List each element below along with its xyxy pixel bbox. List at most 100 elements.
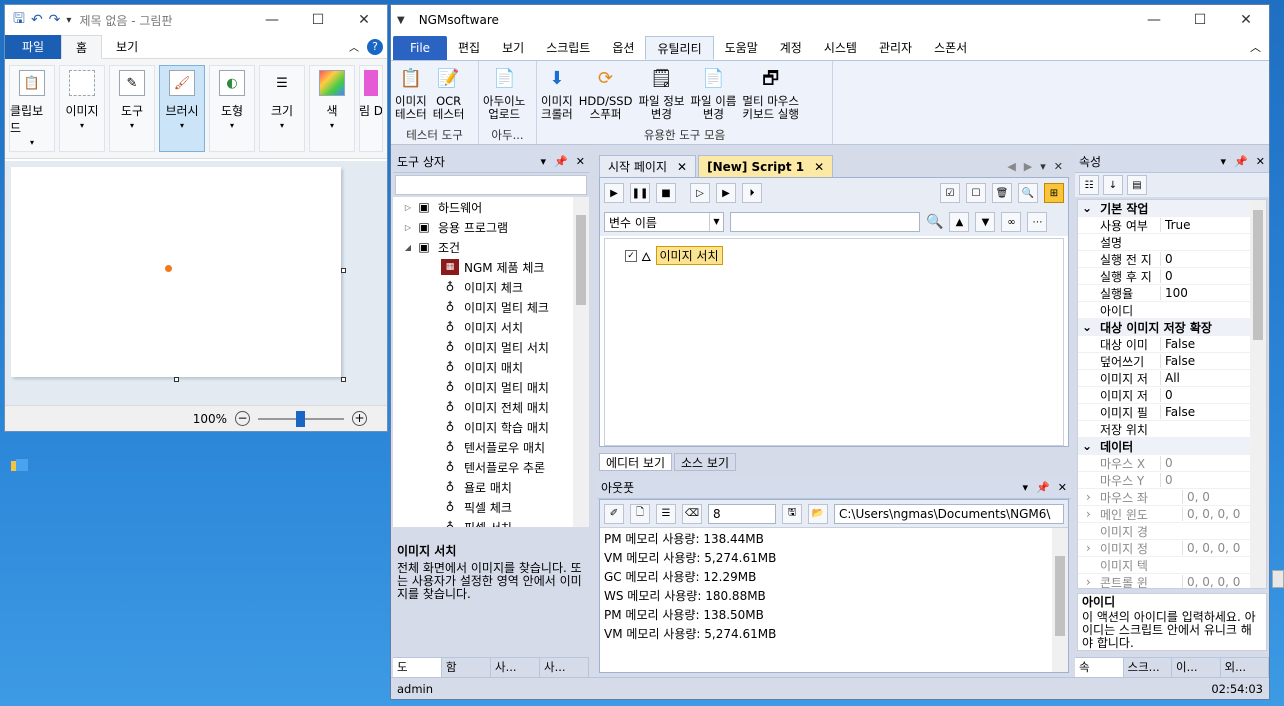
- save-icon[interactable]: 🖫: [13, 8, 25, 32]
- zoom-out-button[interactable]: −: [235, 411, 250, 426]
- tree-expander-icon[interactable]: ◢: [401, 243, 415, 252]
- expand-icon[interactable]: ›: [1078, 490, 1100, 504]
- property-row[interactable]: 설명: [1078, 234, 1266, 251]
- expand-icon[interactable]: ›: [1078, 507, 1100, 521]
- tree-item[interactable]: ♁ 이미지 매치: [393, 357, 589, 377]
- rename-button[interactable]: 📄 파일 이름 변경: [688, 63, 738, 127]
- tab-user-functions[interactable]: 사...: [540, 658, 589, 677]
- search-input[interactable]: [730, 212, 920, 232]
- property-row[interactable]: 마우스 Y0: [1078, 472, 1266, 489]
- property-scrollbar[interactable]: [1250, 200, 1266, 588]
- output-scrollbar[interactable]: [1052, 528, 1068, 672]
- property-row[interactable]: 이미지 텍: [1078, 557, 1266, 574]
- tab-view[interactable]: 보기: [102, 35, 152, 59]
- spoofer-button[interactable]: ⟳ HDD/SSD 스푸퍼: [577, 63, 635, 127]
- menu-help[interactable]: 도움말: [714, 36, 769, 60]
- clipboard-button[interactable]: 📋 클립보드 ▾: [9, 65, 55, 152]
- script-item[interactable]: ✓ 🜂 이미지 서치: [625, 243, 723, 268]
- maximize-button[interactable]: ☐: [295, 12, 341, 28]
- move-down-icon[interactable]: ▼: [975, 212, 996, 232]
- tab-file[interactable]: 파일: [5, 34, 61, 59]
- doc-close-icon[interactable]: ✕: [1054, 160, 1063, 173]
- scroll-left-icon[interactable]: ◀: [1007, 160, 1015, 173]
- tree-item[interactable]: ♁ 이미지 서치: [393, 317, 589, 337]
- image-tester-button[interactable]: 📋 이미지 테스터: [393, 63, 429, 127]
- pane-menu-icon[interactable]: ▾: [1023, 481, 1029, 494]
- toolbox-scrollbar[interactable]: [573, 197, 589, 527]
- pause-icon[interactable]: ❚❚: [630, 183, 650, 203]
- variable-name-combo[interactable]: 변수 이름 ▼: [604, 212, 724, 232]
- tree-view-icon[interactable]: ⊞: [1044, 183, 1064, 203]
- pin-icon[interactable]: 📌: [1234, 155, 1248, 168]
- tree-item[interactable]: ♁ 이미지 체크: [393, 277, 589, 297]
- property-row[interactable]: › 콘트롤 윈 0, 0, 0, 0: [1078, 574, 1266, 588]
- tree-expander-icon[interactable]: ▷: [401, 203, 415, 212]
- menu-file[interactable]: File: [393, 36, 447, 60]
- tree-item[interactable]: ♁ 텐서플로우 추론: [393, 457, 589, 477]
- tree-item[interactable]: ♁ 이미지 전체 매치: [393, 397, 589, 417]
- more-icon[interactable]: ⋯: [1027, 212, 1048, 232]
- pane-close-icon[interactable]: ✕: [1058, 481, 1067, 494]
- tab-script-explorer[interactable]: 스크...: [1124, 658, 1172, 677]
- property-row[interactable]: › 이미지 정 0, 0, 0, 0: [1078, 540, 1266, 557]
- new-file-icon[interactable]: 🗋: [630, 503, 650, 524]
- pin-icon[interactable]: 📌: [554, 155, 568, 168]
- uncheck-icon[interactable]: ☐: [966, 183, 986, 203]
- property-pages-icon[interactable]: ▤: [1127, 175, 1147, 195]
- play-icon[interactable]: ▶: [604, 183, 624, 203]
- tab-external[interactable]: 외...: [1221, 658, 1269, 677]
- resize-handle-right[interactable]: [341, 268, 346, 273]
- collapse-icon[interactable]: ⌄: [1078, 439, 1096, 453]
- collapse-ribbon-icon[interactable]: ︿: [349, 39, 359, 54]
- menu-account[interactable]: 계정: [769, 36, 813, 60]
- find-icon[interactable]: 🔍: [1018, 183, 1038, 203]
- property-row[interactable]: 실행율 100: [1078, 285, 1266, 302]
- qa-dropdown-icon[interactable]: ▾: [66, 15, 71, 26]
- tree-item[interactable]: ♁ 픽셀 서치: [393, 517, 589, 527]
- tree-item[interactable]: ▦ NGM 제품 체크: [393, 257, 589, 277]
- categorized-icon[interactable]: ☷: [1079, 175, 1099, 195]
- image-crawler-button[interactable]: ⬇ 이미지 크롤러: [539, 63, 575, 127]
- tree-item[interactable]: ♁ 이미지 멀티 서치: [393, 337, 589, 357]
- stop-icon[interactable]: ■: [656, 183, 676, 203]
- zoom-in-button[interactable]: +: [352, 411, 367, 426]
- menu-script[interactable]: 스크립트: [535, 36, 601, 60]
- color-button[interactable]: 색 ▾: [309, 65, 355, 152]
- tab-editor-view[interactable]: 에디터 보기: [599, 453, 673, 471]
- tree-item[interactable]: ♁ 픽셀 체크: [393, 497, 589, 517]
- menu-utility[interactable]: 유틸리티: [645, 36, 714, 60]
- undo-icon[interactable]: ↶: [31, 12, 43, 28]
- zoom-slider[interactable]: [258, 410, 344, 427]
- tree-item[interactable]: ♁ 이미지 멀티 체크: [393, 297, 589, 317]
- log-level-spinner[interactable]: 8: [708, 503, 776, 524]
- close-button[interactable]: ✕: [341, 12, 387, 28]
- desktop-app-icon[interactable]: [10, 458, 30, 474]
- tree-item[interactable]: ♁ 이미지 멀티 매치: [393, 377, 589, 397]
- tab-script-1[interactable]: [New] Script 1 ✕: [698, 155, 834, 177]
- delete-icon[interactable]: 🗑: [992, 183, 1012, 203]
- property-category[interactable]: ⌄ 기본 작업: [1078, 200, 1266, 217]
- eraser-icon[interactable]: ⌫: [682, 503, 702, 524]
- property-row[interactable]: 실행 전 지0: [1078, 251, 1266, 268]
- minimize-button[interactable]: —: [249, 12, 295, 28]
- close-tab-icon[interactable]: ✕: [814, 160, 824, 174]
- property-row[interactable]: 덮어쓰기 False: [1078, 353, 1266, 370]
- tree-item[interactable]: ◢ ▣ 조건: [393, 237, 589, 257]
- step-into-icon[interactable]: ▶: [716, 183, 736, 203]
- tab-images[interactable]: 이...: [1172, 658, 1221, 677]
- tree-item[interactable]: ♁ 이미지 학습 매치: [393, 417, 589, 437]
- image-button[interactable]: 이미지 ▾: [59, 65, 105, 152]
- search-icon[interactable]: 🔍: [926, 214, 943, 230]
- property-row[interactable]: › 메인 윈도 0, 0, 0, 0: [1078, 506, 1266, 523]
- folder-icon[interactable]: 📂: [808, 503, 828, 524]
- property-row[interactable]: 이미지 저 All: [1078, 370, 1266, 387]
- script-item-checkbox[interactable]: ✓: [625, 249, 637, 262]
- collapse-ribbon-icon[interactable]: ︿: [1250, 36, 1261, 60]
- pane-menu-icon[interactable]: ▾: [541, 155, 547, 168]
- collapse-icon[interactable]: ⌄: [1078, 320, 1096, 334]
- tab-functions[interactable]: 함: [442, 658, 491, 677]
- tab-properties[interactable]: 속: [1075, 658, 1124, 677]
- resize-handle-corner[interactable]: [341, 377, 346, 382]
- property-row[interactable]: 대상 이미 False: [1078, 336, 1266, 353]
- close-button[interactable]: ✕: [1223, 12, 1269, 28]
